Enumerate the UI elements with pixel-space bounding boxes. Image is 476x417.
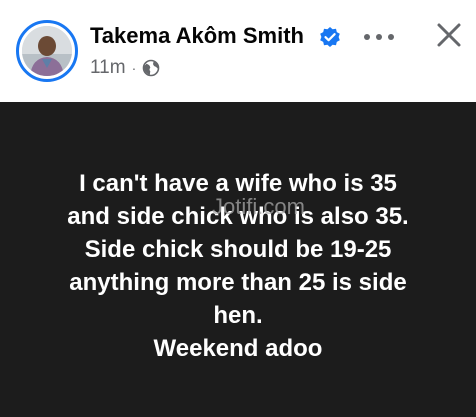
post-content: I can't have a wife who is 35 and side c… (0, 102, 476, 417)
post-text-line: Weekend adoo (153, 335, 323, 362)
more-options-button[interactable] (364, 30, 394, 44)
verified-badge-icon (320, 27, 340, 47)
post-header: Takema Akôm Smith 11m · (0, 0, 476, 102)
post-text-line: Side chick should be 19-25 (84, 236, 392, 263)
more-options-icon (376, 34, 382, 40)
close-icon[interactable] (436, 22, 462, 48)
avatar[interactable] (22, 26, 72, 76)
more-options-icon (364, 34, 370, 40)
author-name[interactable]: Takema Akôm Smith (90, 23, 304, 49)
avatar-photo (22, 26, 72, 76)
globe-icon[interactable] (142, 59, 160, 77)
separator: · (131, 60, 137, 76)
more-options-icon (388, 34, 394, 40)
post-meta: 11m · (90, 57, 160, 79)
timestamp[interactable]: 11m (90, 57, 126, 79)
avatar-story-ring[interactable] (16, 20, 78, 82)
post-text-line: anything more than 25 is side (69, 269, 407, 296)
watermark: Jotifi.com (212, 194, 305, 219)
post-text-line: hen. (213, 302, 263, 329)
